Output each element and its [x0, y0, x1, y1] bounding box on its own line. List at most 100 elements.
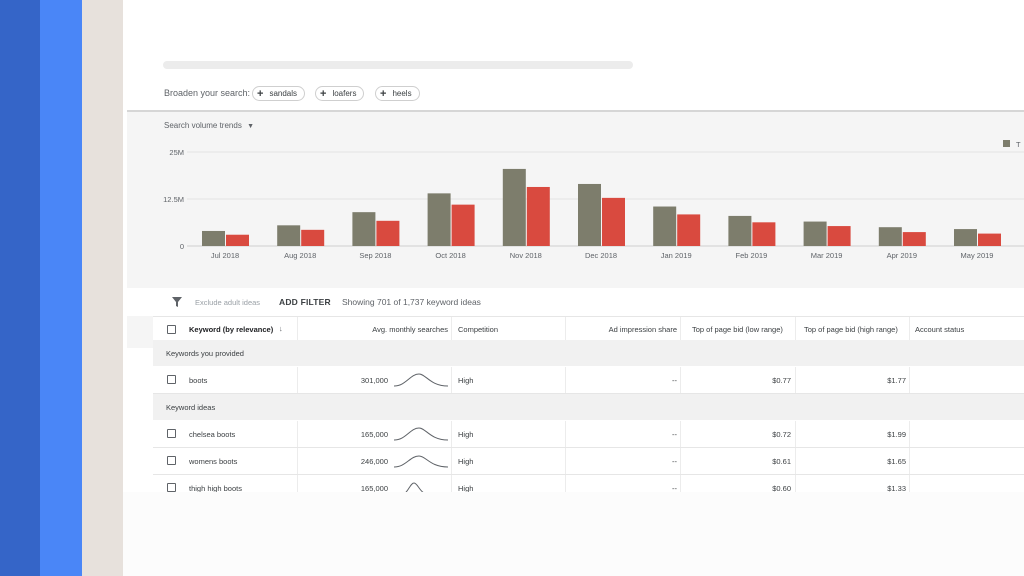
section-keyword-ideas: Keyword ideas: [153, 394, 1024, 420]
header-bid-low[interactable]: Top of page bid (low range): [692, 325, 783, 334]
x-tick-label: Jan 2019: [661, 251, 692, 260]
x-tick-label: Feb 2019: [736, 251, 768, 260]
x-tick-label: Jul 2018: [211, 251, 239, 260]
header-ad-impression-share[interactable]: Ad impression share: [609, 325, 677, 334]
left-stripe-beige: [82, 0, 123, 576]
trend-sparkline: [394, 455, 448, 468]
x-tick-label: Apr 2019: [887, 251, 917, 260]
chart-svg: 25M 12.5M 0 Jul 2018 Aug 2018 Sep 2018 Oct 201…: [163, 140, 1024, 260]
competition-cell: High: [458, 430, 474, 439]
chip-label: heels: [392, 89, 412, 98]
bar-grey: [502, 168, 526, 246]
header-bid-high[interactable]: Top of page bid (high range): [804, 325, 898, 334]
header-account-status[interactable]: Account status: [915, 325, 964, 334]
table-header: Keyword (by relevance) ↓ Avg. monthly se…: [153, 316, 1024, 341]
keyword-planner-panel: Broaden your search: + sandals + loafers…: [123, 0, 1024, 576]
chip-sandals[interactable]: + sandals: [252, 86, 306, 101]
searches-cell: 165,000: [360, 430, 388, 439]
add-filter-button[interactable]: ADD FILTER: [279, 297, 331, 307]
x-tick-label: Nov 2018: [510, 251, 542, 260]
broaden-label: Broaden your search:: [164, 88, 251, 98]
keyword-cell: chelsea boots: [189, 430, 236, 439]
bar-grey: [202, 230, 225, 246]
header-competition[interactable]: Competition: [458, 325, 498, 334]
header-avg-searches[interactable]: Avg. monthly searches: [372, 325, 448, 334]
x-tick-label: Aug 2018: [284, 251, 316, 260]
bar-grey: [728, 215, 752, 246]
chip-label: sandals: [269, 89, 298, 98]
plus-icon: +: [320, 87, 327, 100]
bid-high-cell: $1.65: [887, 457, 906, 466]
bar-red: [226, 234, 249, 246]
legend-swatch: [1003, 140, 1010, 147]
bid-low-cell: $0.77: [772, 376, 791, 385]
filter-icon[interactable]: [171, 296, 183, 308]
top-scroll-bar[interactable]: [163, 61, 633, 69]
table-row[interactable]: thigh high boots 165,000 High -- $0.60 $…: [153, 475, 1024, 492]
share-cell: --: [672, 376, 677, 385]
row-checkbox[interactable]: [167, 483, 176, 492]
chip-loafers[interactable]: + loafers: [315, 86, 365, 101]
bar-grey: [653, 206, 677, 246]
x-tick-label: Oct 2018: [435, 251, 465, 260]
left-stripe-blue: [40, 0, 82, 576]
bid-low-cell: $0.60: [772, 484, 791, 492]
bar-grey: [352, 212, 376, 246]
legend-label: T: [1016, 140, 1021, 149]
bar-red: [376, 220, 400, 246]
x-tick-label: Mar 2019: [811, 251, 843, 260]
chip-label: loafers: [332, 89, 357, 98]
bid-low-cell: $0.61: [772, 457, 791, 466]
plus-icon: +: [257, 87, 264, 100]
table-row[interactable]: chelsea boots 165,000 High -- $0.72 $1.9…: [153, 421, 1024, 448]
plus-icon: +: [380, 87, 387, 100]
bar-grey: [954, 229, 977, 246]
bar-grey: [277, 225, 301, 246]
keyword-cell: womens boots: [189, 457, 238, 466]
share-cell: --: [672, 430, 677, 439]
header-keyword[interactable]: Keyword (by relevance): [189, 325, 273, 334]
y-tick-label: 12.5M: [163, 195, 184, 204]
bar-grey: [427, 193, 451, 246]
share-cell: --: [672, 457, 677, 466]
bar-red: [301, 229, 325, 246]
x-tick-label: Dec 2018: [585, 251, 617, 260]
keyword-cell: boots: [189, 376, 208, 385]
broaden-search-bar: Broaden your search: + sandals + loafers…: [127, 70, 1024, 112]
bottom-blank-area: [123, 492, 1024, 576]
bar-red: [526, 186, 550, 246]
row-checkbox[interactable]: [167, 429, 176, 438]
keyword-cell: thigh high boots: [189, 484, 242, 492]
y-tick-label: 0: [180, 242, 184, 251]
bar-grey: [803, 221, 827, 246]
x-tick-label: May 2019: [961, 251, 994, 260]
bid-low-cell: $0.72: [772, 430, 791, 439]
exclude-adult-ideas[interactable]: Exclude adult ideas: [195, 298, 260, 307]
trend-sparkline: [394, 373, 448, 387]
row-checkbox[interactable]: [167, 456, 176, 465]
row-checkbox[interactable]: [167, 375, 176, 384]
bar-grey: [878, 227, 902, 246]
searches-cell: 301,000: [360, 376, 388, 385]
section-title: Keyword ideas: [166, 403, 216, 412]
trend-sparkline: [394, 427, 448, 441]
chip-heels[interactable]: + heels: [375, 86, 420, 101]
bar-red: [827, 226, 851, 246]
sort-arrow-icon[interactable]: ↓: [279, 324, 283, 333]
bar-grey: [578, 183, 601, 246]
bid-high-cell: $1.77: [887, 376, 906, 385]
competition-cell: High: [458, 457, 474, 466]
searches-cell: 246,000: [360, 457, 388, 466]
x-tick-label: Sep 2018: [359, 251, 391, 260]
share-cell: --: [672, 484, 677, 492]
bar-red: [451, 204, 475, 246]
bar-red: [902, 232, 926, 246]
competition-cell: High: [458, 484, 474, 492]
select-all-checkbox[interactable]: [167, 325, 176, 334]
section-keywords-provided: Keywords you provided: [153, 340, 1024, 366]
table-row[interactable]: boots 301,000 High -- $0.77 $1.77: [153, 367, 1024, 394]
content-area: Broaden your search: + sandals + loafers…: [127, 70, 1024, 492]
table-row[interactable]: womens boots 246,000 High -- $0.61 $1.65: [153, 448, 1024, 475]
y-tick-label: 25M: [169, 148, 184, 157]
searches-cell: 165,000: [360, 484, 388, 492]
